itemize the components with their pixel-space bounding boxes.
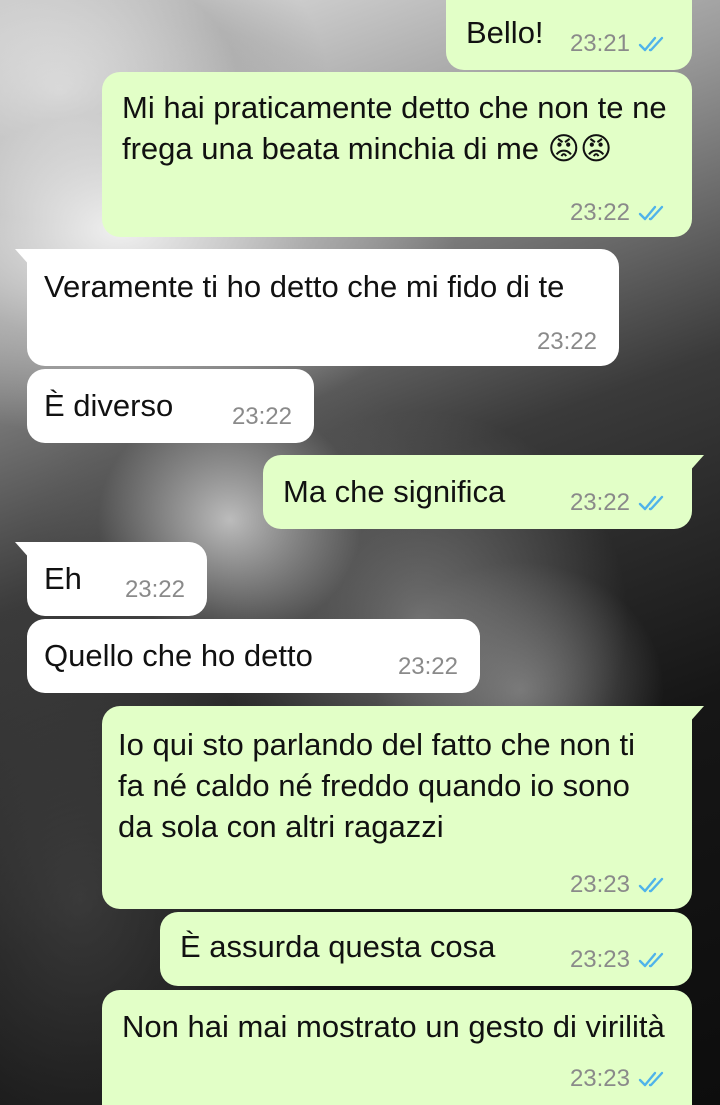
read-receipt-icon (638, 952, 664, 968)
message-text: Veramente ti ho detto che mi fido di te (44, 269, 565, 304)
message-text: Quello che ho detto (44, 638, 313, 673)
message-text: Mi hai praticamente detto che non te ne … (122, 90, 667, 166)
message-bubble-outgoing[interactable]: Non hai mai mostrato un gesto di virilit… (102, 990, 692, 1105)
message-bubble-incoming[interactable]: Quello che ho detto 23:22 (27, 619, 480, 693)
read-receipt-icon (638, 36, 664, 52)
message-bubble-outgoing[interactable]: Io qui sto parlando del fatto che non ti… (102, 706, 704, 909)
read-receipt-icon (638, 205, 664, 221)
message-time: 23:22 (397, 653, 458, 680)
message-time: 23:23 (569, 946, 630, 973)
message-bubble-outgoing[interactable]: Bello! 23:21 (446, 0, 692, 70)
message-time: 23:22 (569, 489, 630, 516)
message-time: 23:23 (569, 1065, 630, 1092)
message-time: 23:22 (569, 199, 630, 226)
message-bubble-outgoing[interactable]: Mi hai praticamente detto che non te ne … (102, 72, 692, 237)
message-bubble-outgoing[interactable]: Ma che significa 23:22 (263, 455, 704, 529)
message-time: 23:21 (569, 30, 630, 57)
message-time: 23:22 (231, 403, 292, 430)
message-time: 23:23 (569, 871, 630, 898)
message-time: 23:22 (124, 576, 185, 603)
message-text: Non hai mai mostrato un gesto di virilit… (122, 1009, 665, 1044)
read-receipt-icon (638, 1071, 664, 1087)
message-bubble-incoming[interactable]: Eh 23:22 (15, 542, 207, 616)
read-receipt-icon (638, 877, 664, 893)
message-bubble-incoming[interactable]: Veramente ti ho detto che mi fido di te … (15, 249, 619, 366)
read-receipt-icon (638, 495, 664, 511)
message-time: 23:22 (536, 328, 597, 355)
message-bubble-incoming[interactable]: È diverso 23:22 (27, 369, 314, 443)
message-text: Io qui sto parlando del fatto che non ti… (118, 727, 636, 844)
message-bubble-outgoing[interactable]: È assurda questa cosa 23:23 (160, 912, 692, 986)
